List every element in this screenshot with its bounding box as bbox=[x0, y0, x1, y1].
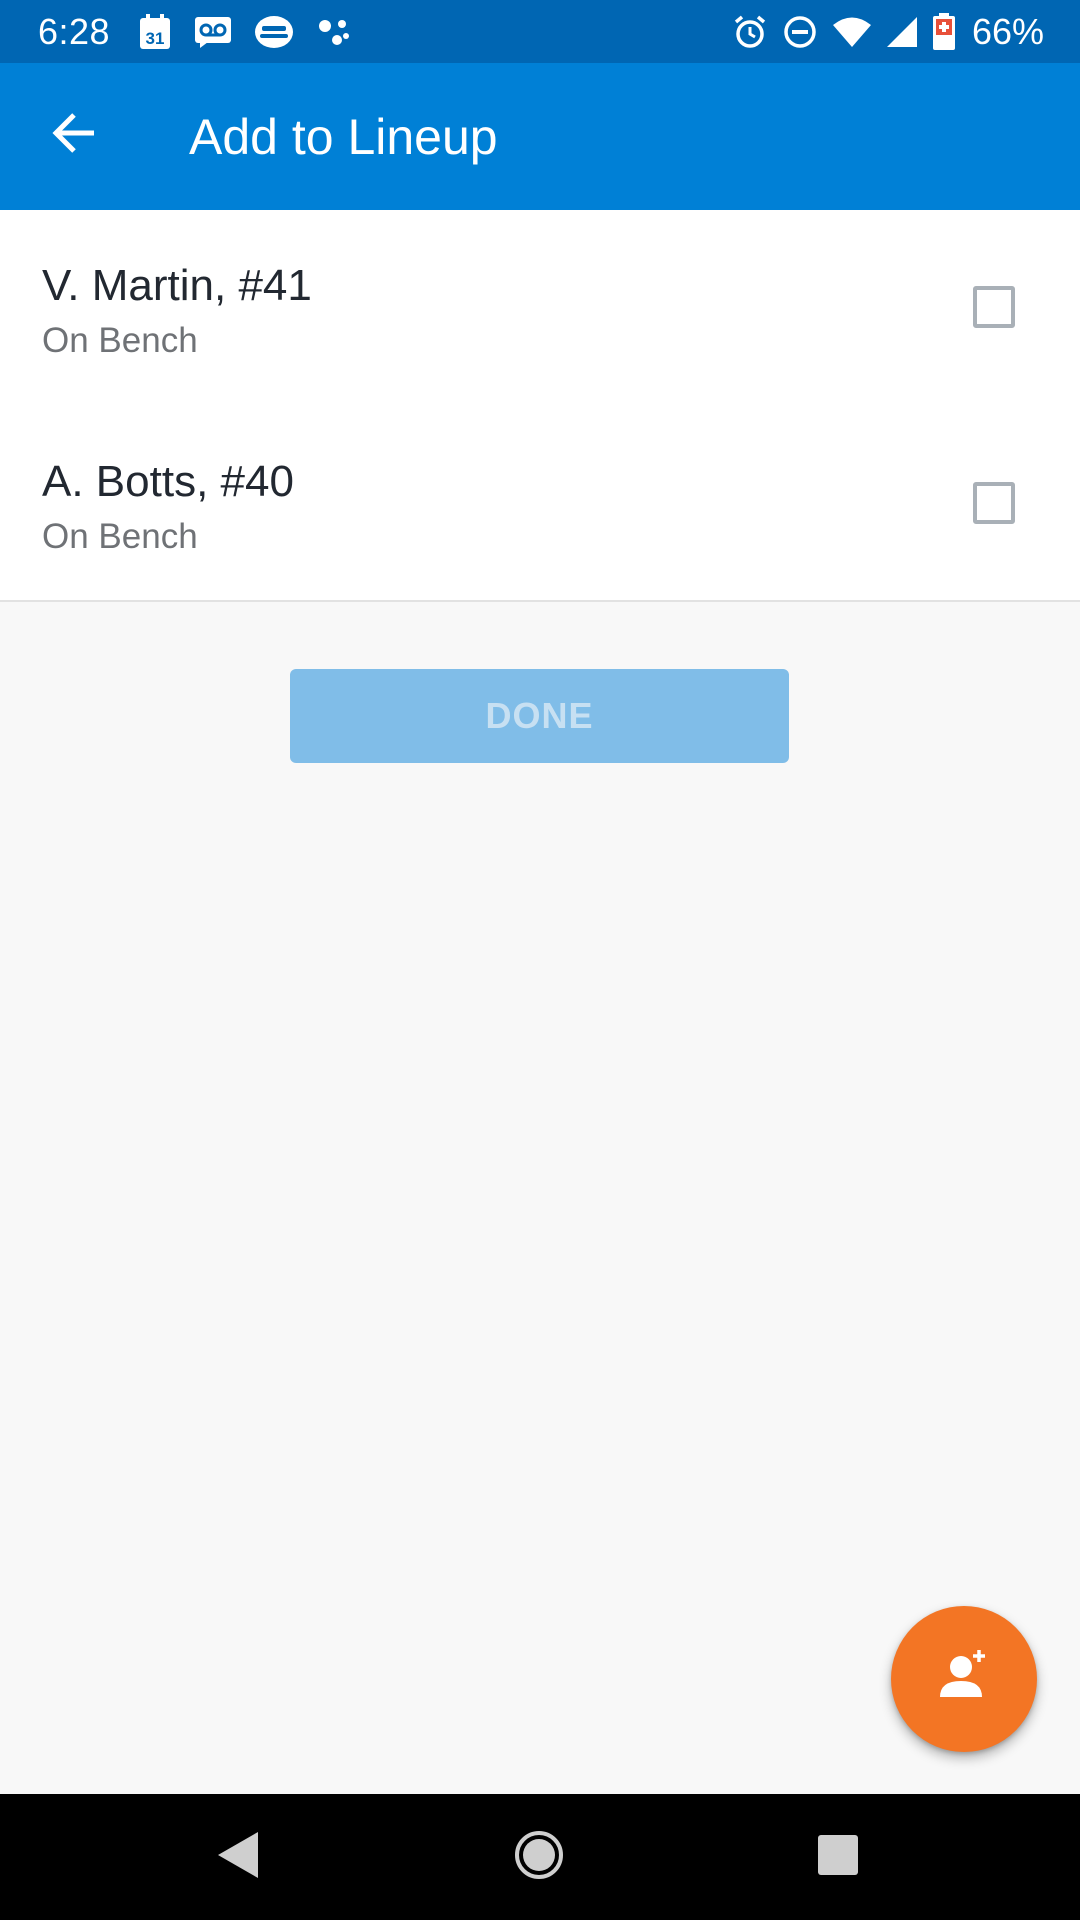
list-item[interactable]: V. Martin, #41 On Bench bbox=[0, 210, 1080, 406]
nav-recents-button[interactable] bbox=[803, 1822, 873, 1892]
player-checkbox[interactable] bbox=[973, 286, 1015, 328]
recents-square-icon bbox=[816, 1833, 860, 1882]
notification-icons: 31 bbox=[138, 13, 352, 51]
do-not-disturb-icon bbox=[782, 14, 818, 50]
screen: 6:28 31 66% Add to Lineup V. Martin, #41… bbox=[0, 0, 1080, 1920]
nav-home-button[interactable] bbox=[504, 1822, 574, 1892]
player-status: On Bench bbox=[42, 321, 198, 360]
wifi-icon bbox=[832, 16, 872, 48]
nav-back-button[interactable] bbox=[203, 1822, 273, 1892]
player-checkbox[interactable] bbox=[973, 482, 1015, 524]
system-icons: 66% bbox=[732, 11, 1044, 53]
list-item[interactable]: A. Botts, #40 On Bench bbox=[0, 406, 1080, 602]
status-bar: 6:28 31 66% bbox=[0, 0, 1080, 63]
navigation-bar bbox=[0, 1794, 1080, 1920]
voicemail-icon bbox=[194, 15, 232, 49]
calendar-icon: 31 bbox=[138, 13, 172, 51]
add-person-icon bbox=[932, 1645, 996, 1714]
done-button[interactable]: DONE bbox=[290, 669, 789, 763]
page-title: Add to Lineup bbox=[189, 109, 498, 165]
signal-icon bbox=[886, 16, 918, 48]
arrow-left-icon bbox=[50, 109, 98, 162]
back-triangle-icon bbox=[216, 1830, 260, 1885]
player-name: V. Martin, #41 bbox=[42, 261, 312, 310]
svg-text:31: 31 bbox=[146, 29, 165, 48]
app-bar: Add to Lineup bbox=[0, 63, 1080, 210]
player-list: V. Martin, #41 On Bench A. Botts, #40 On… bbox=[0, 210, 1080, 602]
battery-percent: 66% bbox=[971, 10, 1044, 52]
dots-icon bbox=[316, 15, 352, 49]
status-time: 6:28 bbox=[38, 10, 111, 52]
back-button[interactable] bbox=[38, 99, 110, 171]
home-circle-icon bbox=[514, 1830, 564, 1885]
battery-icon bbox=[932, 12, 956, 51]
car-icon bbox=[254, 14, 294, 50]
player-status: On Bench bbox=[42, 517, 198, 556]
add-player-fab[interactable] bbox=[891, 1606, 1037, 1752]
player-name: A. Botts, #40 bbox=[42, 457, 294, 506]
alarm-icon bbox=[732, 14, 768, 50]
